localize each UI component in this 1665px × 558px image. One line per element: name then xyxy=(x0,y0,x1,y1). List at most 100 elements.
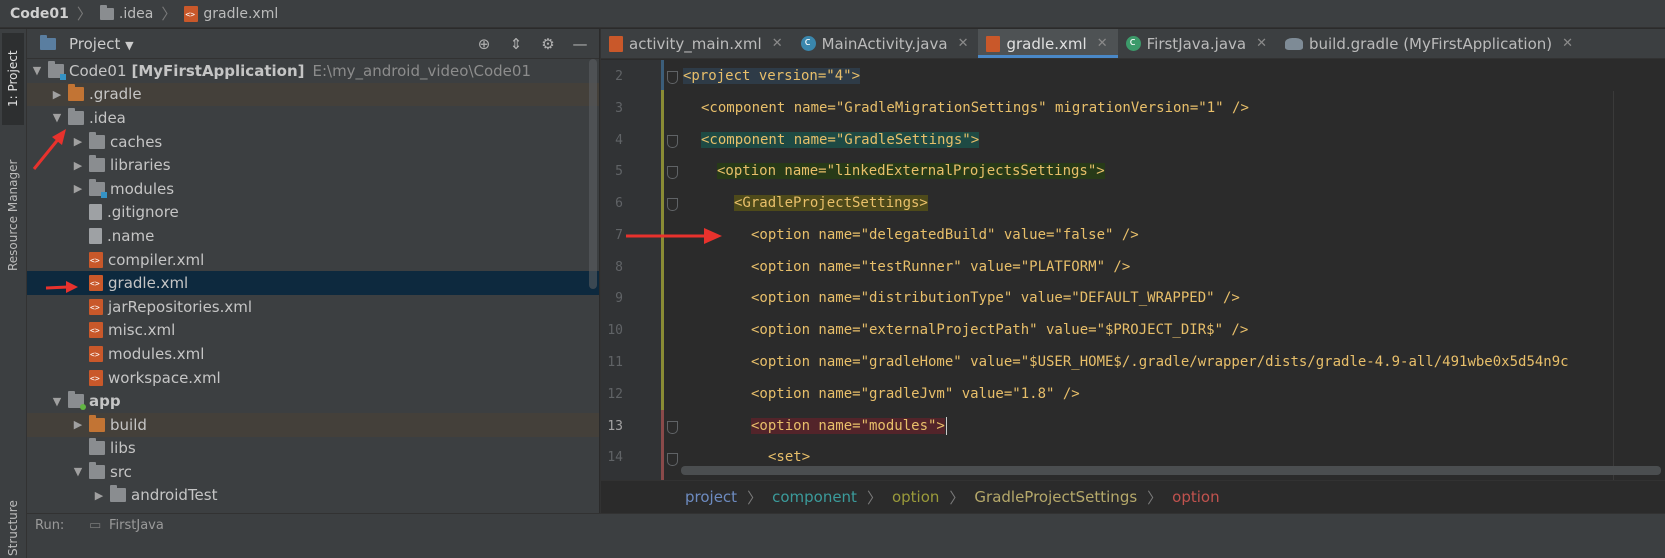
run-config-tab[interactable]: FirstJava xyxy=(109,518,164,533)
resource-manager-tab[interactable]: Resource Manager xyxy=(2,149,24,281)
gear-icon[interactable]: ⚙ xyxy=(539,35,557,53)
chevron-down-icon[interactable]: ▼ xyxy=(49,111,65,124)
project-scrollbar[interactable] xyxy=(589,59,597,289)
close-icon[interactable]: ✕ xyxy=(772,36,783,51)
annotation-arrow-icon xyxy=(45,281,78,293)
right-margin-guide xyxy=(1613,91,1614,480)
tree-item-label: misc.xml xyxy=(108,321,176,340)
tree-item-modules-xml[interactable]: modules.xml xyxy=(27,342,599,366)
chevron-right-icon[interactable]: ▶ xyxy=(70,182,86,195)
structure-tab[interactable]: Structure xyxy=(2,499,24,557)
annotation-arrow-icon xyxy=(32,129,66,170)
tree-item-modules[interactable]: ▶ modules xyxy=(27,177,599,201)
code-text: <component name="GradleSettings"> xyxy=(701,131,980,148)
tool-window-stripe: 1: Project Resource Manager Structure xyxy=(0,29,27,558)
tree-item-gradle[interactable]: ▶ .gradle xyxy=(27,82,599,107)
tab-activity-main-xml[interactable]: activity_main.xml ✕ xyxy=(601,29,793,58)
tree-item-libs[interactable]: libs xyxy=(27,437,599,461)
xml-file-icon xyxy=(89,251,103,268)
xml-file-icon xyxy=(986,35,1001,52)
project-tool-tab[interactable]: 1: Project xyxy=(2,33,24,125)
fold-icon[interactable] xyxy=(667,453,678,466)
code-text: <option name="linkedExternalProjectsSett… xyxy=(717,162,1105,179)
tab-gradle-xml[interactable]: gradle.xml ✕ xyxy=(978,29,1118,58)
nav-crumb-idea[interactable]: .idea xyxy=(99,4,153,22)
chevron-down-icon[interactable]: ▼ xyxy=(49,395,65,408)
tree-item-build[interactable]: ▶ build xyxy=(27,412,599,437)
tree-item-root[interactable]: ▼ Code01 [MyFirstApplication] E:\my_andr… xyxy=(27,59,599,83)
folder-icon xyxy=(110,485,126,503)
tree-item-app[interactable]: ▼ app xyxy=(27,389,599,413)
tree-item-label: .name xyxy=(107,226,155,245)
tree-item-caches[interactable]: ▶ caches xyxy=(27,130,599,154)
breadcrumb-option[interactable]: option xyxy=(892,488,939,506)
tree-item-name[interactable]: .name xyxy=(27,224,599,248)
tree-item-workspace-xml[interactable]: workspace.xml xyxy=(27,366,599,390)
xml-file-icon xyxy=(184,5,199,22)
tree-item-gitignore[interactable]: .gitignore xyxy=(27,201,599,225)
fold-icon[interactable] xyxy=(667,198,678,211)
close-icon[interactable]: ✕ xyxy=(958,36,969,51)
nav-separator: 〉 xyxy=(161,5,177,23)
line-number: 4 xyxy=(615,133,623,148)
breadcrumb-gradle-project-settings[interactable]: GradleProjectSettings xyxy=(974,488,1137,506)
folder-icon xyxy=(68,107,84,125)
code-line: <option name="linkedExternalProjectsSett… xyxy=(717,155,1105,187)
breadcrumb-separator: 〉 xyxy=(949,488,965,507)
close-icon[interactable]: ✕ xyxy=(1256,36,1267,51)
nav-crumb-project[interactable]: Code01 xyxy=(10,6,69,22)
chevron-down-icon[interactable]: ▼ xyxy=(70,465,86,478)
horizontal-scrollbar[interactable] xyxy=(681,466,1661,475)
fold-icon[interactable] xyxy=(667,421,678,434)
tree-item-gradle-xml[interactable]: gradle.xml xyxy=(27,271,599,295)
tree-item-misc-xml[interactable]: misc.xml xyxy=(27,319,599,343)
close-icon[interactable]: ✕ xyxy=(1097,36,1108,51)
xml-file-icon xyxy=(609,35,623,52)
fold-icon[interactable] xyxy=(667,71,678,84)
editor-area: activity_main.xml ✕ MainActivity.java ✕ … xyxy=(600,29,1665,513)
locate-icon[interactable]: ⊕ xyxy=(475,35,493,53)
tab-firstjava-java[interactable]: FirstJava.java ✕ xyxy=(1118,29,1277,58)
tree-item-label: .gradle xyxy=(89,85,142,104)
minimize-icon[interactable]: — xyxy=(571,35,589,53)
tab-label: MainActivity.java xyxy=(821,34,948,53)
code-text: <option name="gradleHome" value="$USER_H… xyxy=(751,353,1569,370)
tree-item-androidtest[interactable]: ▶ androidTest xyxy=(27,484,599,508)
breadcrumb-component[interactable]: component xyxy=(772,488,857,506)
module-folder-icon xyxy=(89,178,107,198)
code-line-current: <option name="modules"> xyxy=(751,410,947,442)
tree-item-src[interactable]: ▼ src xyxy=(27,460,599,484)
code-line: <project version="4"> xyxy=(683,60,861,92)
tab-mainactivity-java[interactable]: MainActivity.java ✕ xyxy=(793,29,979,58)
tree-item-label: .gitignore xyxy=(107,203,179,222)
chevron-right-icon[interactable]: ▶ xyxy=(91,489,107,502)
line-number: 7 xyxy=(615,228,623,243)
tree-item-libraries[interactable]: ▶ libraries xyxy=(27,153,599,177)
collapse-all-icon[interactable]: ⇕ xyxy=(507,35,525,53)
tree-item-jarrepositories-xml[interactable]: jarRepositories.xml xyxy=(27,295,599,319)
chevron-right-icon[interactable]: ▶ xyxy=(70,418,86,431)
code-text: <option name="testRunner" value="PLATFOR… xyxy=(751,258,1131,275)
tree-item-label: jarRepositories.xml xyxy=(108,297,253,316)
close-icon[interactable]: ✕ xyxy=(1562,36,1573,51)
tree-item-project-name: [MyFirstApplication] xyxy=(131,61,305,80)
code-editor[interactable]: <project version="4"> <component name="G… xyxy=(683,60,1665,480)
tree-item-label: Code01 xyxy=(69,61,127,80)
tree-item-label: caches xyxy=(110,132,163,151)
line-number-current: 13 xyxy=(607,419,623,434)
tree-item-compiler-xml[interactable]: compiler.xml xyxy=(27,248,599,272)
tab-build-gradle[interactable]: build.gradle (MyFirstApplication) ✕ xyxy=(1277,29,1583,58)
line-number: 8 xyxy=(615,260,623,275)
breadcrumb-option-current[interactable]: option xyxy=(1172,488,1219,506)
fold-icon[interactable] xyxy=(667,135,678,148)
text-file-icon xyxy=(89,227,102,244)
java-class-icon xyxy=(800,35,816,51)
structure-tab-label: Structure xyxy=(6,500,20,556)
fold-icon[interactable] xyxy=(667,166,678,179)
nav-crumb-file[interactable]: gradle.xml xyxy=(184,5,278,22)
breadcrumb-project[interactable]: project xyxy=(685,488,737,506)
project-view-dropdown[interactable]: Project ▼ xyxy=(69,35,134,53)
chevron-down-icon[interactable]: ▼ xyxy=(29,64,45,77)
chevron-right-icon[interactable]: ▶ xyxy=(49,88,65,101)
tree-item-idea[interactable]: ▼ .idea xyxy=(27,106,599,130)
